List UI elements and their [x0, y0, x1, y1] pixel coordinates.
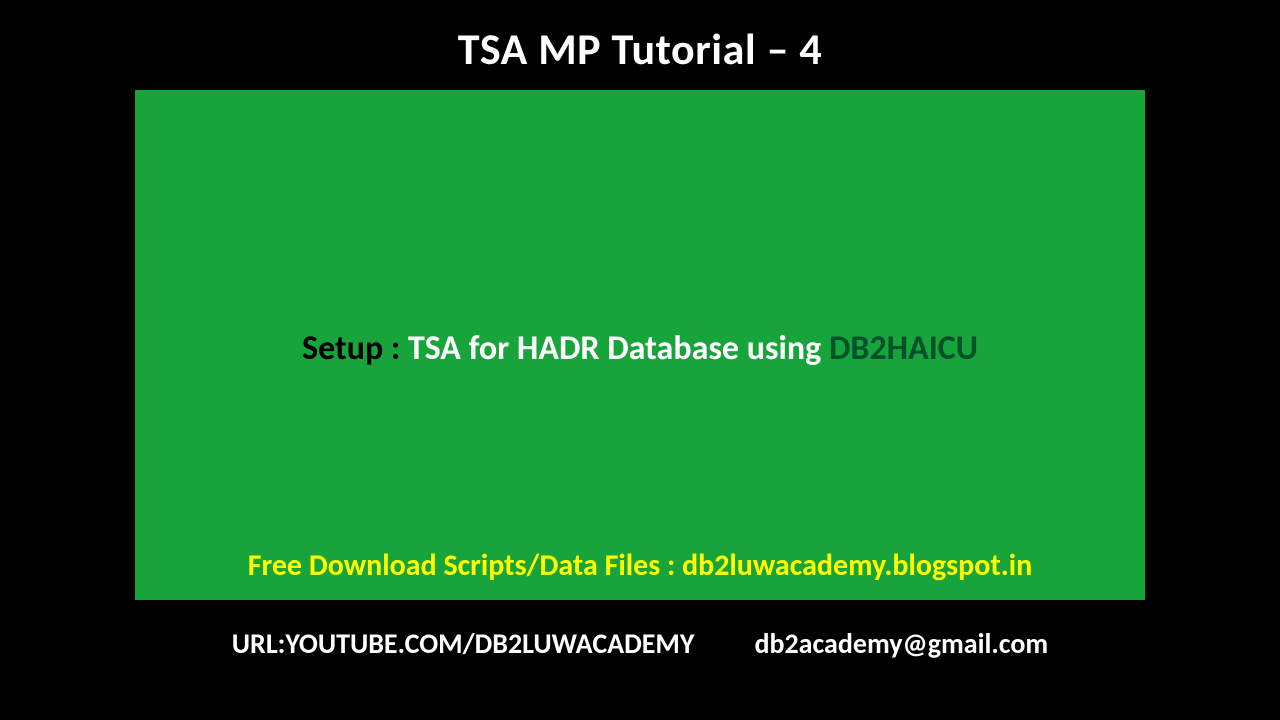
- download-info: Free Download Scripts/Data Files : db2lu…: [135, 547, 1145, 584]
- setup-label: Setup :: [302, 328, 408, 369]
- content-panel: Setup : TSA for HADR Database using DB2H…: [135, 90, 1145, 600]
- footer: URL:YOUTUBE.COM/DB2LUWACADEMY db2academy…: [0, 626, 1280, 661]
- setup-line: Setup : TSA for HADR Database using DB2H…: [135, 328, 1145, 369]
- footer-url: URL:YOUTUBE.COM/DB2LUWACADEMY: [232, 626, 695, 661]
- page-title: TSA MP Tutorial – 4: [458, 22, 822, 76]
- setup-main-text: TSA for HADR Database using: [408, 328, 829, 369]
- setup-tool-name: DB2HAICU: [829, 328, 978, 369]
- footer-email: db2academy@gmail.com: [754, 626, 1048, 661]
